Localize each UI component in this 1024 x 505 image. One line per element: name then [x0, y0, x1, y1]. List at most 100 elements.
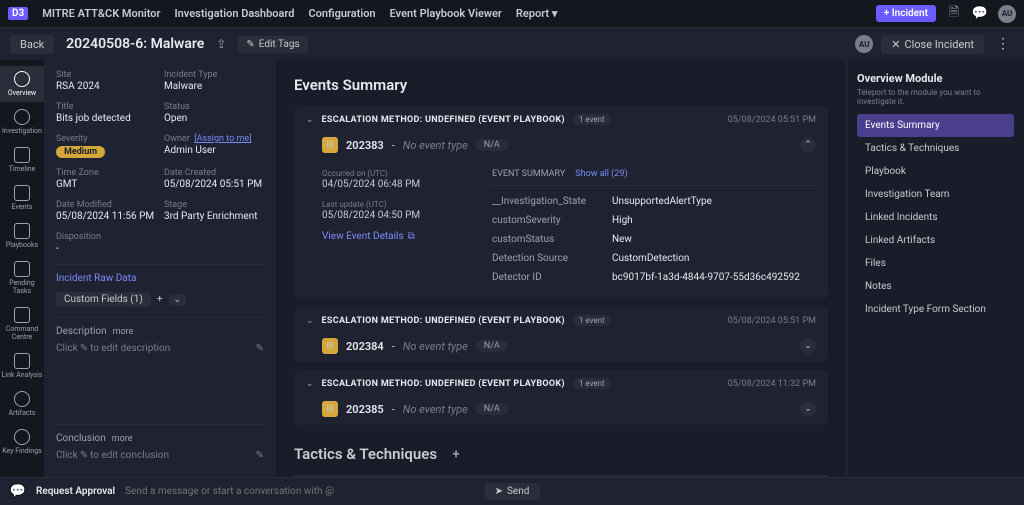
event-type-icon: ⊞	[322, 338, 338, 354]
rail-link[interactable]: Link Analysis	[0, 348, 44, 384]
new-incident-button[interactable]: + Incident	[876, 5, 936, 22]
module-team[interactable]: Investigation Team	[857, 183, 1014, 206]
module-notes[interactable]: Notes	[857, 275, 1014, 298]
rail-timeline[interactable]: Timeline	[0, 142, 44, 178]
add-tactic-button[interactable]: +	[447, 445, 465, 463]
nav-report[interactable]: Report ▾	[516, 7, 558, 20]
event-id[interactable]: 202383	[346, 139, 384, 152]
rail-investigation[interactable]: Investigation	[0, 104, 44, 140]
tz-label: Time Zone	[56, 168, 156, 178]
chat-icon[interactable]: 💬	[972, 6, 988, 22]
nav-playbook[interactable]: Event Playbook Viewer	[390, 7, 502, 20]
expand-icon[interactable]: ⌄	[800, 338, 816, 354]
desc-more-link[interactable]: more	[113, 327, 134, 337]
pencil-icon: ✎	[80, 343, 88, 354]
created-label: Date Created	[164, 168, 264, 178]
created-value: 05/08/2024 05:51 PM	[164, 179, 264, 190]
module-subtitle: Teleport to the module you want to inves…	[857, 88, 1014, 106]
rail-pending[interactable]: Pending Tasks	[0, 256, 44, 300]
module-incidents[interactable]: Linked Incidents	[857, 206, 1014, 229]
page-title: 20240508-6: Malware	[66, 36, 204, 52]
event-count: 1 event	[573, 315, 611, 326]
na-pill: N/A	[476, 403, 508, 415]
nav-config[interactable]: Configuration	[308, 7, 375, 20]
edit-tags-button[interactable]: ✎Edit Tags	[238, 36, 307, 53]
status-value: Open	[164, 113, 264, 124]
collapse-icon[interactable]: ⌃	[800, 137, 816, 153]
raw-data-link[interactable]: Incident Raw Data	[56, 273, 264, 284]
edit-description-icon[interactable]: ✎	[256, 343, 264, 354]
disp-label: Disposition	[56, 232, 156, 242]
send-button[interactable]: ➤Send	[485, 483, 540, 500]
close-incident-button[interactable]: ✕Close Incident	[881, 35, 984, 54]
description-placeholder[interactable]: Click ✎ to edit description	[56, 343, 264, 354]
more-menu-icon[interactable]: ⋮	[992, 36, 1014, 52]
tz-value: GMT	[56, 179, 156, 190]
site-label: Site	[56, 70, 156, 80]
module-files[interactable]: Files	[857, 252, 1014, 275]
summary-val: bc9017bf-1a3d-4844-9707-55d36c492592	[612, 272, 800, 283]
chevron-down-icon: ⌄	[306, 115, 314, 125]
add-field-icon[interactable]: +	[157, 294, 163, 305]
user-avatar[interactable]: AU	[998, 5, 1016, 23]
share-icon[interactable]: ⇪	[216, 37, 226, 51]
edit-conclusion-icon[interactable]: ✎	[256, 450, 264, 461]
event-type: No event type	[403, 403, 468, 416]
summary-val: CustomDetection	[612, 253, 689, 264]
module-tactics[interactable]: Tactics & Techniques	[857, 137, 1014, 160]
app-logo: D3	[8, 7, 28, 20]
rail-findings[interactable]: Key Findings	[0, 424, 44, 460]
show-all-link[interactable]: Show all (29)	[575, 169, 627, 179]
conclusion-placeholder[interactable]: Click ✎ to edit conclusion	[56, 450, 264, 461]
rail-command[interactable]: Command Centre	[0, 302, 44, 346]
footer-bar: 💬 Request Approval ➤Send	[0, 477, 1024, 505]
nav-mitre[interactable]: MITRE ATT&CK Monitor	[42, 7, 160, 20]
nav-dashboard[interactable]: Investigation Dashboard	[175, 7, 295, 20]
assigned-avatar[interactable]: AU	[855, 35, 873, 53]
stage-value: 3rd Party Enrichment	[164, 211, 264, 222]
rail-overview[interactable]: Overview	[0, 66, 44, 102]
owner-label: Owner [Assign to me]	[164, 134, 264, 144]
chevron-down-icon: ⌄	[306, 316, 314, 326]
event-header[interactable]: ⌄ ESCALATION METHOD: UNDEFINED (EVENT PL…	[294, 370, 828, 397]
chevron-down-icon: ⌄	[306, 379, 314, 389]
module-artifacts[interactable]: Linked Artifacts	[857, 229, 1014, 252]
event-id[interactable]: 202384	[346, 340, 384, 353]
view-event-details-link[interactable]: View Event Details⧉	[322, 231, 472, 242]
approval-label[interactable]: Request Approval	[36, 486, 115, 497]
message-input[interactable]	[125, 486, 1014, 497]
rail-playbooks[interactable]: Playbooks	[0, 218, 44, 254]
event-id[interactable]: 202385	[346, 403, 384, 416]
custom-fields-chip[interactable]: Custom Fields (1)	[56, 292, 151, 307]
expand-icon[interactable]: ⌄	[800, 401, 816, 417]
conc-more-link[interactable]: more	[112, 434, 133, 444]
rail-events[interactable]: Events	[0, 180, 44, 216]
findings-icon	[14, 429, 30, 445]
event-time: 05/08/2024 05:51 PM	[728, 115, 816, 125]
event-title: ESCALATION METHOD: UNDEFINED (EVENT PLAY…	[322, 115, 565, 125]
event-header[interactable]: ⌄ ESCALATION METHOD: UNDEFINED (EVENT PL…	[294, 106, 828, 133]
event-card: ⌄ ESCALATION METHOD: UNDEFINED (EVENT PL…	[294, 370, 828, 425]
title-value: Bits job detected	[56, 113, 156, 124]
close-icon: ✕	[891, 38, 900, 51]
title-bar: Back 20240508-6: Malware ⇪ ✎Edit Tags AU…	[0, 28, 1024, 60]
module-form[interactable]: Incident Type Form Section	[857, 298, 1014, 321]
playbooks-icon	[14, 223, 30, 239]
na-pill: N/A	[476, 340, 508, 352]
event-time: 05/08/2024 05:51 PM	[728, 316, 816, 326]
module-events-summary[interactable]: Events Summary	[857, 114, 1014, 137]
rail-artifacts[interactable]: Artifacts	[0, 386, 44, 422]
top-nav: D3 MITRE ATT&CK Monitor Investigation Da…	[0, 0, 1024, 28]
chat-bubble-icon[interactable]: 💬	[10, 484, 26, 500]
doc-icon[interactable]: 🗎	[946, 6, 962, 22]
event-header[interactable]: ⌄ ESCALATION METHOD: UNDEFINED (EVENT PL…	[294, 307, 828, 334]
chevron-down-icon[interactable]: ⌄	[169, 294, 187, 306]
events-summary-title: Events Summary	[294, 76, 828, 94]
tactics-title: Tactics & Techniques	[294, 445, 437, 463]
back-button[interactable]: Back	[10, 35, 54, 54]
event-card: ⌄ ESCALATION METHOD: UNDEFINED (EVENT PL…	[294, 307, 828, 362]
details-panel: SiteRSA 2024 Incident TypeMalware TitleB…	[44, 60, 276, 477]
assign-link[interactable]: [Assign to me]	[194, 134, 251, 144]
event-card: ⌄ ESCALATION METHOD: UNDEFINED (EVENT PL…	[294, 106, 828, 299]
module-playbook[interactable]: Playbook	[857, 160, 1014, 183]
